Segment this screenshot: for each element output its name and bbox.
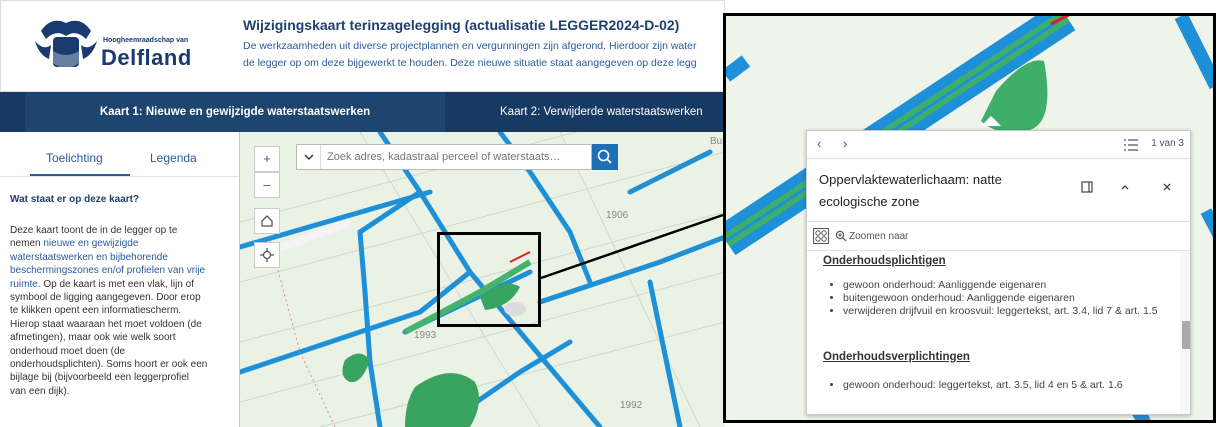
zoom-to-button[interactable]: Zoomen naar xyxy=(849,231,908,242)
link-beschermingszones[interactable]: beschermingszones en/of profielen van vr… xyxy=(10,264,235,277)
popup-actions: Zoomen naar xyxy=(807,221,1190,251)
body-line: van een dijk). xyxy=(10,385,70,397)
dock-icon[interactable] xyxy=(1081,181,1093,193)
locate-button[interactable] xyxy=(254,242,280,268)
list-icon[interactable] xyxy=(1124,139,1138,151)
close-icon[interactable] xyxy=(1161,181,1173,193)
crest-icon xyxy=(35,20,97,68)
panel-body: Deze kaart toont de in de legger op te n… xyxy=(10,224,235,398)
body-line: nemen nieuwe en gewijzigde xyxy=(10,237,235,250)
tab-legenda[interactable]: Legenda xyxy=(150,151,197,165)
body-line: Hierop staat waaraan het moet voldoen (d… xyxy=(10,318,202,330)
zoom-out-button[interactable]: – xyxy=(254,172,280,198)
tab-kaart-1[interactable]: Kaart 1: Nieuwe en gewijzigde waterstaat… xyxy=(25,92,445,132)
description-line-2: de legger op om deze bijgewerkt te houde… xyxy=(243,57,697,69)
section-onderhoudsverplichtingen: Onderhoudsverplichtingen xyxy=(823,351,970,363)
search-input[interactable] xyxy=(327,147,589,167)
home-button[interactable] xyxy=(254,208,280,234)
list-item: verwijderen drijfvuil en kroosvuil: legg… xyxy=(843,305,1168,318)
list-item: gewoon onderhoud: leggertekst, art. 3.5,… xyxy=(843,379,1168,392)
chevron-down-icon xyxy=(304,154,313,160)
panel-tab-divider xyxy=(0,176,239,177)
body-text: . Op de kaart is met een vlak, lijn of xyxy=(37,278,194,290)
home-icon xyxy=(261,215,273,227)
body-line: onderhoud moet doen (de xyxy=(10,345,126,357)
link-waterstaatswerken[interactable]: waterstaatswerken en bijbehorende xyxy=(10,251,235,264)
popup-title: Oppervlaktewaterlichaam: natte ecologisc… xyxy=(819,169,1069,213)
search-box xyxy=(296,144,592,170)
onderhoudsverplichtingen-list: gewoon onderhoud: leggertekst, art. 3.5,… xyxy=(843,379,1168,392)
map-label-bu: Bu xyxy=(710,136,723,147)
list-item: gewoon onderhoud: Aanliggende eigenaren xyxy=(843,279,1168,292)
popup-content[interactable]: Onderhoudsplichtigen gewoon onderhoud: A… xyxy=(807,251,1190,414)
logo-subtitle: Hoogheemraadschap van xyxy=(103,37,189,44)
body-line: te klikken opent een informatiescherm. xyxy=(10,305,182,317)
page-description: De werkzaamheden uit diverse projectplan… xyxy=(243,38,724,72)
map-tabbar: Kaart 1: Nieuwe en gewijzigde waterstaat… xyxy=(0,92,725,132)
body-line: symbool de ligging aangegeven. Door erop xyxy=(10,292,201,304)
zoom-in-button[interactable]: + xyxy=(254,146,280,172)
body-text: nemen xyxy=(10,238,41,250)
popup-title-line: ecologische zone xyxy=(819,194,920,209)
info-panel: Toelichting Legenda Wat staat er op deze… xyxy=(0,132,240,427)
app-header: Hoogheemraadschap van Delfland Wijziging… xyxy=(0,0,725,92)
popup-next-button[interactable]: › xyxy=(843,136,847,151)
body-line: afmetingen), maar ook wie welk soort xyxy=(10,332,176,344)
select-features-icon[interactable] xyxy=(813,228,829,244)
delfland-logo[interactable]: Hoogheemraadschap van Delfland xyxy=(31,11,201,81)
tab-toelichting[interactable]: Toelichting xyxy=(46,151,103,165)
zoom-to-icon[interactable] xyxy=(835,230,847,242)
feature-popup: ‹ › 1 van 3 Oppervlaktewaterlichaam: nat… xyxy=(806,130,1191,415)
link-nieuwe-gewijzigde[interactable]: nieuwe en gewijzigde xyxy=(43,238,138,249)
popup-feature-count: 1 van 3 xyxy=(1151,138,1184,149)
search-icon xyxy=(597,149,612,164)
popup-scrollbar[interactable] xyxy=(1180,251,1190,414)
logo-name: Delfland xyxy=(101,45,192,70)
page-title: Wijzigingskaart terinzagelegging (actual… xyxy=(243,17,680,33)
locate-icon xyxy=(260,248,274,262)
map-label-1992: 1992 xyxy=(620,400,643,411)
collapse-icon[interactable] xyxy=(1119,181,1131,193)
search-source-dropdown[interactable] xyxy=(297,145,321,169)
popup-navbar: ‹ › 1 van 3 xyxy=(807,131,1190,159)
scrollbar-thumb[interactable] xyxy=(1182,321,1190,349)
tab-kaart-2[interactable]: Kaart 2: Verwijderde waterstaatswerken xyxy=(500,92,703,132)
section-onderhoudsplichtigen: Onderhoudsplichtigen xyxy=(823,255,946,267)
description-line-1: De werkzaamheden uit diverse projectplan… xyxy=(243,40,697,52)
panel-heading: Wat staat er op deze kaart? xyxy=(10,194,140,205)
popup-title-line: Oppervlaktewaterlichaam: natte xyxy=(819,172,1002,187)
body-line: bijlage bij (bijvoorbeeld een leggerprof… xyxy=(10,372,190,384)
body-line: onderhoudsplichten). Soms hoort er ook e… xyxy=(10,359,208,371)
map-label-1993: 1993 xyxy=(414,330,437,341)
highlight-box xyxy=(437,232,541,327)
map-label-1906: 1906 xyxy=(606,210,629,221)
popup-prev-button[interactable]: ‹ xyxy=(817,136,821,151)
link-ruimte[interactable]: ruimte xyxy=(10,279,38,290)
onderhoudsplichtigen-list: gewoon onderhoud: Aanliggende eigenaren … xyxy=(843,279,1168,318)
body-line: Deze kaart toont de in de legger op te xyxy=(10,225,178,236)
search-button[interactable] xyxy=(592,144,618,170)
zoom-inset: ‹ › 1 van 3 Oppervlaktewaterlichaam: nat… xyxy=(723,13,1216,423)
body-line: ruimte. Op de kaart is met een vlak, lij… xyxy=(10,278,235,291)
list-item: buitengewoon onderhoud: Aanliggende eige… xyxy=(843,292,1168,305)
